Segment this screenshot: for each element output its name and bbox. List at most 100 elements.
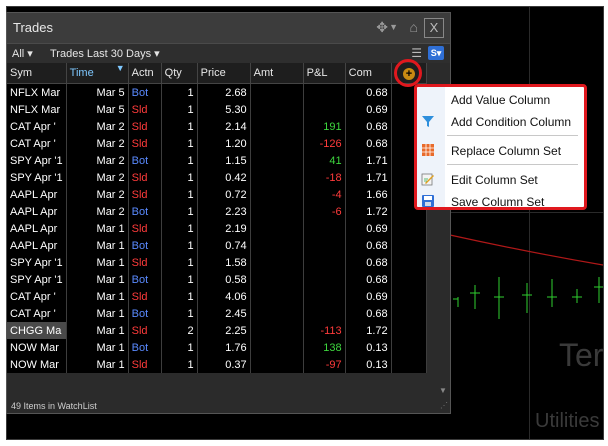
table-row[interactable]: NFLX Mar Mar 5 Bot 1 2.68 0.68 [7,83,427,101]
hamburger-icon[interactable]: ☰ [411,46,422,60]
cell-sym: SPY Apr '1 [7,169,67,186]
table-row[interactable]: CAT Apr ' Mar 2 Sld 1 1.20 -126 0.68 [7,135,427,152]
cell-price: 0.37 [197,356,251,373]
cell-pnl [303,254,346,271]
cell-time: Mar 1 [66,288,129,305]
cell-amt [250,152,304,169]
close-button[interactable]: X [424,18,444,38]
column-context-menu: Add Value Column Add Condition Column Re… [414,84,587,210]
cell-qty: 1 [161,237,198,254]
cell-qty: 1 [161,356,198,373]
cell-com: 0.69 [345,288,392,305]
cell-pnl [303,83,346,101]
cell-com: 0.13 [345,356,392,373]
cell-price: 1.15 [197,152,251,169]
cell-qty: 1 [161,135,198,152]
panel-titlebar[interactable]: Trades ✥ ▼ ⌂ X [7,13,450,44]
column-header-price[interactable]: Price [197,63,251,84]
table-row[interactable]: CAT Apr ' Mar 1 Bot 1 2.45 0.68 [7,305,427,322]
column-header-sym[interactable]: Sym [7,63,67,84]
table-row[interactable]: SPY Apr '1 Mar 1 Bot 1 0.58 0.68 [7,271,427,288]
table-row[interactable]: AAPL Apr Mar 2 Sld 1 0.72 -4 1.66 [7,186,427,203]
column-header-amt[interactable]: Amt [250,63,304,84]
cell-com: 0.13 [345,339,392,356]
table-row[interactable]: AAPL Apr Mar 1 Bot 1 0.74 0.68 [7,237,427,254]
cell-action: Bot [128,152,162,169]
cell-amt [250,186,304,203]
cell-com: 0.69 [345,101,392,118]
table-row[interactable]: SPY Apr '1 Mar 2 Bot 1 1.15 41 1.71 [7,152,427,169]
cell-qty: 1 [161,288,198,305]
table-row[interactable]: NFLX Mar Mar 5 Sld 1 5.30 0.69 [7,101,427,118]
cell-sym: CHGG Ma [7,322,67,339]
table-row[interactable]: SPY Apr '1 Mar 2 Sld 1 0.42 -18 1.71 [7,169,427,186]
resize-grip-icon[interactable]: ⋰ [440,399,448,413]
table-row[interactable]: NOW Mar Mar 1 Bot 1 1.76 138 0.13 [7,339,427,356]
cell-time: Mar 1 [66,237,129,254]
column-header-pnl[interactable]: P&L [303,63,346,84]
menu-item-edit-column-set[interactable]: Edit Column Set [417,169,584,191]
cell-qty: 2 [161,322,198,339]
menu-item-replace-column-set[interactable]: Replace Column Set [417,140,584,162]
cell-amt [250,83,304,101]
menu-item-label: Edit Column Set [451,173,538,187]
cell-qty: 1 [161,203,198,220]
cell-qty: 1 [161,83,198,101]
cell-amt [250,356,304,373]
edit-icon [421,173,434,186]
period-dropdown[interactable]: Trades Last 30 Days ▾ [50,47,160,60]
cell-action: Sld [128,322,162,339]
s-button[interactable]: S▾ [428,46,444,60]
cell-price: 2.14 [197,118,251,135]
cell-time: Mar 5 [66,101,129,118]
cell-action: Bot [128,339,162,356]
cell-action: Sld [128,169,162,186]
cell-com: 1.72 [345,322,392,339]
chevron-down-icon[interactable]: ▼ [389,22,398,32]
cell-pnl [303,271,346,288]
table-row[interactable]: NOW Mar Mar 1 Sld 1 0.37 -97 0.13 [7,356,427,373]
cell-action: Bot [128,83,162,101]
table-row[interactable]: AAPL Apr Mar 2 Bot 1 2.23 -6 1.72 [7,203,427,220]
cell-price: 4.06 [197,288,251,305]
cell-pnl: 138 [303,339,346,356]
cell-amt [250,322,304,339]
scroll-down-icon[interactable]: ▼ [439,386,447,395]
cell-amt [250,101,304,118]
cell-time: Mar 2 [66,152,129,169]
cell-time: Mar 1 [66,271,129,288]
cell-pnl [303,101,346,118]
save-icon [422,195,434,207]
table-row[interactable]: SPY Apr '1 Mar 1 Sld 1 1.58 0.68 [7,254,427,271]
table-row[interactable]: AAPL Apr Mar 1 Sld 1 2.19 0.69 [7,220,427,237]
cell-pnl: -126 [303,135,346,152]
move-icon[interactable]: ✥ [376,19,388,36]
filter-all-dropdown[interactable]: All ▾ [12,47,33,60]
column-header-qty[interactable]: Qty [161,63,198,84]
table-row[interactable]: CAT Apr ' Mar 2 Sld 1 2.14 191 0.68 [7,118,427,135]
cell-pnl [303,220,346,237]
column-header-com[interactable]: Com [345,63,392,84]
cell-com: 1.71 [345,152,392,169]
cell-qty: 1 [161,118,198,135]
menu-item-save-column-set[interactable]: Save Column Set [417,191,584,213]
column-header-time[interactable]: Time ▼ [66,63,129,84]
cell-amt [250,237,304,254]
cell-action: Bot [128,305,162,322]
table-row[interactable]: CHGG Ma Mar 1 Sld 2 2.25 -113 1.72 [7,322,427,339]
table-row[interactable]: CAT Apr ' Mar 1 Sld 1 4.06 0.69 [7,288,427,305]
pin-icon[interactable]: ⌂ [410,19,418,35]
cell-pnl [303,237,346,254]
menu-item-add-value-column[interactable]: Add Value Column [417,89,584,111]
cell-amt [250,169,304,186]
menu-separator [447,135,578,136]
cell-action: Sld [128,220,162,237]
cell-sym: CAT Apr ' [7,135,67,152]
cell-time: Mar 2 [66,186,129,203]
cell-price: 0.42 [197,169,251,186]
menu-item-add-condition-column[interactable]: Add Condition Column [417,111,584,133]
cell-amt [250,288,304,305]
cell-time: Mar 2 [66,203,129,220]
cell-com: 0.68 [345,83,392,101]
column-header-actn[interactable]: Actn [128,63,162,84]
